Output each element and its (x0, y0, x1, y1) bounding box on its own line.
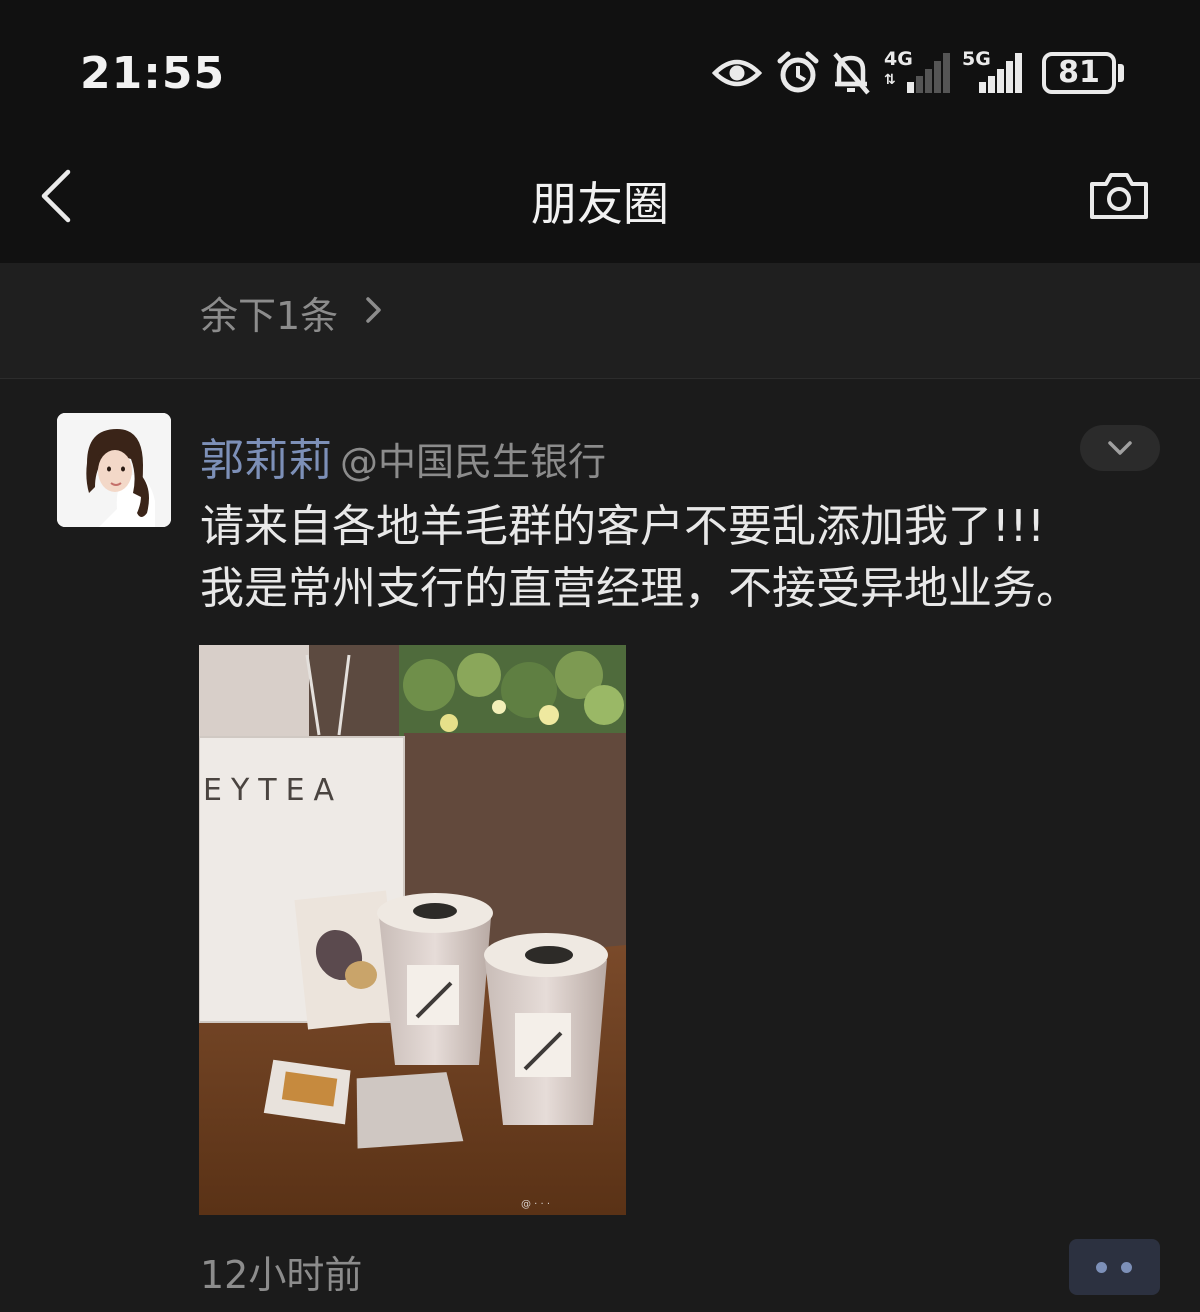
more-dots-icon (1121, 1262, 1132, 1273)
nav-bar: 朋友圈 (0, 150, 1200, 263)
post-author-row: 郭莉莉 @中国民生银行 (200, 424, 607, 486)
post-collapse-button[interactable] (1080, 425, 1160, 471)
mute-icon (833, 52, 870, 95)
remaining-posts-link[interactable]: 余下1条 (0, 263, 1200, 379)
chevron-right-icon (366, 297, 381, 323)
post-username[interactable]: 郭莉莉 (200, 435, 332, 486)
status-time: 21:55 (80, 48, 226, 99)
post-text-line-2: 我是常州支行的直营经理，不接受异地业务。 (200, 563, 1080, 614)
photo-watermark: @ · · · (521, 1199, 550, 1210)
post-text-line-1: 请来自各地羊毛群的客户不要乱添加我了!!! (200, 501, 1045, 552)
avatar[interactable] (57, 413, 171, 527)
battery-icon: 81 (1042, 52, 1124, 94)
more-dots-icon (1096, 1262, 1107, 1273)
chevron-down-icon (1108, 441, 1132, 455)
5g-signal-icon: 5G (962, 48, 1028, 98)
more-actions-button[interactable] (1069, 1239, 1160, 1295)
status-bar: 21:55 4G ⇅ 5G 81 (0, 0, 1200, 150)
photo-brand-text: EYTEA (203, 773, 343, 808)
eye-icon (712, 59, 762, 87)
post-timestamp: 12小时前 (200, 1253, 363, 1297)
page-title: 朋友圈 (531, 177, 669, 231)
post-text: 请来自各地羊毛群的客户不要乱添加我了!!! 我是常州支行的直营经理，不接受异地业… (200, 496, 1180, 620)
data-arrows-icon: ⇅ (884, 72, 896, 88)
remaining-label: 余下1条 (200, 294, 339, 338)
alarm-icon (777, 51, 819, 93)
camera-icon[interactable] (1088, 170, 1150, 222)
4g-signal-icon: 4G ⇅ (884, 48, 954, 98)
post-photo[interactable]: EYTEA @ · · · (199, 645, 626, 1215)
battery-level: 81 (1058, 55, 1100, 90)
post-company: @中国民生银行 (340, 440, 607, 484)
